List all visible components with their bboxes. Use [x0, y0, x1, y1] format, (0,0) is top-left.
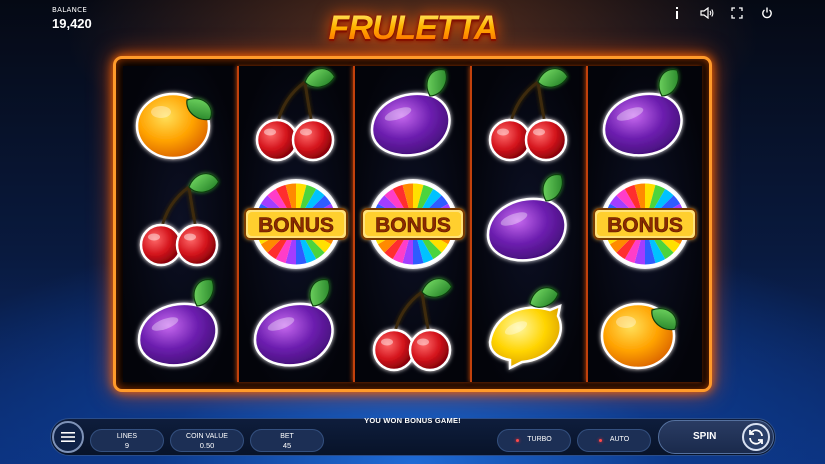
plum-icon [254, 279, 335, 367]
power-icon[interactable] [759, 5, 775, 21]
bonus-icon: BONUS [244, 178, 349, 269]
orange-icon [600, 303, 677, 370]
plum-symbol [588, 66, 702, 171]
turbo-button[interactable]: TURBO [497, 429, 571, 452]
bet-value: 45 [282, 441, 292, 451]
bet-selector[interactable]: BET 45 [250, 429, 324, 452]
plum-symbol [355, 66, 469, 171]
auto-indicator [598, 439, 602, 442]
refresh-icon [742, 423, 770, 451]
reel-1 [123, 66, 238, 382]
lines-label: LINES [116, 433, 138, 440]
cherry-symbol [239, 66, 353, 171]
bet-label: BET [280, 433, 294, 440]
spin-button[interactable]: SPIN [658, 420, 774, 454]
lines-value: 9 [124, 441, 130, 451]
auto-button[interactable]: AUTO [577, 429, 651, 452]
reel-grid: BONUS BONUS BONUS [123, 66, 703, 382]
coin-value-label: COIN VALUE [186, 433, 228, 440]
plum-symbol [472, 171, 586, 276]
top-toolbar [669, 5, 775, 21]
fullscreen-icon[interactable] [729, 5, 745, 21]
plum-icon [602, 68, 683, 157]
balance-display: BALANCE 19,420 [52, 6, 92, 31]
reel-3: BONUS [353, 66, 470, 382]
cherry-symbol [472, 66, 586, 171]
bonus-icon: BONUS [592, 178, 697, 269]
plum-icon [137, 279, 218, 367]
game-title: FRULETTA [328, 8, 499, 47]
lemon-symbol [472, 277, 586, 382]
reel-2: BONUS [237, 66, 354, 382]
balance-label: BALANCE [52, 6, 88, 14]
game-logo: FRULETTA [318, 6, 508, 50]
sound-icon[interactable] [699, 5, 715, 21]
cherry-symbol [123, 171, 237, 276]
orange-symbol [588, 277, 702, 382]
plum-icon [370, 68, 451, 157]
info-icon[interactable] [669, 5, 685, 21]
svg-text:BONUS: BONUS [258, 214, 334, 237]
cherry-icon [488, 67, 568, 161]
reel-frame: BONUS BONUS BONUS [113, 56, 712, 392]
bonus-icon: BONUS [360, 178, 465, 269]
orange-symbol [123, 66, 237, 171]
coin-value-value: 0.50 [199, 441, 215, 451]
lemon-icon [488, 287, 562, 371]
balance-value: 19,420 [52, 16, 92, 31]
spin-label: SPIN [693, 431, 717, 442]
cherry-icon [372, 278, 452, 372]
bonus-symbol: BONUS [239, 171, 353, 276]
bonus-symbol: BONUS [588, 171, 702, 276]
plum-icon [486, 173, 567, 262]
hamburger-icon [61, 432, 75, 442]
cherry-icon [256, 67, 336, 161]
auto-label: AUTO [609, 436, 630, 444]
plum-symbol [123, 277, 237, 382]
turbo-label: TURBO [527, 436, 552, 444]
reel-5: BONUS [585, 66, 703, 382]
bonus-symbol: BONUS [355, 171, 469, 276]
turbo-indicator [516, 439, 520, 442]
coin-value-selector[interactable]: COIN VALUE 0.50 [170, 429, 244, 452]
cherry-icon [139, 173, 220, 267]
lines-selector[interactable]: LINES 9 [90, 429, 164, 452]
reel-4 [469, 66, 586, 382]
svg-text:BONUS: BONUS [375, 214, 451, 237]
plum-symbol [239, 277, 353, 382]
orange-icon [135, 92, 213, 159]
svg-text:BONUS: BONUS [607, 214, 683, 237]
menu-button[interactable] [52, 421, 84, 453]
cherry-symbol [355, 277, 469, 382]
